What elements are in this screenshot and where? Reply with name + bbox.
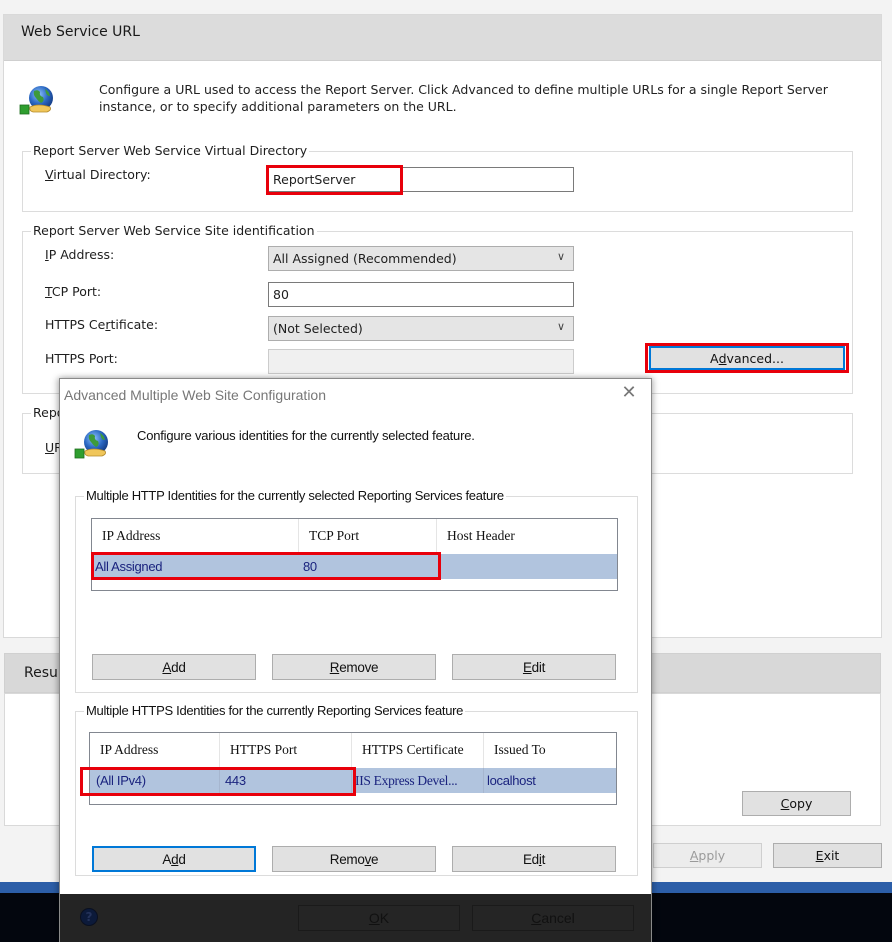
virtual-directory-group-title: Report Server Web Service Virtual Direct…	[31, 143, 310, 158]
close-icon[interactable]: ✕	[621, 384, 637, 402]
results-title: Resu	[24, 665, 58, 681]
column-header-issued-to[interactable]: Issued To	[484, 733, 616, 768]
ip-address-label: IP Address:	[45, 247, 115, 262]
dialog-description: Configure various identities for the cur…	[137, 428, 475, 443]
advanced-dialog: Advanced Multiple Web Site Configuration…	[59, 378, 652, 942]
cell-ip-address: (All IPv4)	[90, 768, 220, 793]
ip-address-dropdown[interactable]: All Assigned (Recommended) ∨	[268, 246, 574, 271]
cell-issued-to: localhost	[487, 773, 536, 788]
table-row[interactable]: (All IPv4) 443 IIS Express Devel... loca…	[90, 768, 616, 793]
https-certificate-selected: (Not Selected)	[273, 321, 363, 336]
advanced-button[interactable]: Ad vanced...	[649, 346, 845, 370]
column-header-tcp-port[interactable]: TCP Port	[299, 519, 437, 554]
cell-https-certificate: IIS Express Devel...	[352, 768, 484, 793]
copy-button[interactable]: Copy	[742, 791, 851, 816]
https-identities-list[interactable]: IP Address HTTPS Port HTTPS Certificate …	[89, 732, 617, 805]
table-row[interactable]: All Assigned 80	[92, 554, 617, 579]
https-certificate-label: HTTPS Certificate:	[45, 317, 159, 332]
virtual-directory-label: Virtual Directory:	[45, 167, 151, 182]
ip-address-selected: All Assigned (Recommended)	[273, 251, 457, 266]
virtual-directory-input[interactable]: ReportServer	[268, 167, 574, 192]
http-edit-button[interactable]: Edit	[452, 654, 616, 680]
column-header-ip-address[interactable]: IP Address	[92, 519, 299, 554]
cancel-button[interactable]: Cancel	[472, 905, 634, 931]
page-description: Configure a URL used to access the Repor…	[99, 82, 828, 114]
exit-button[interactable]: Exit	[773, 843, 882, 868]
site-identification-group-title: Report Server Web Service Site identific…	[31, 223, 317, 238]
globe-hand-icon	[19, 83, 59, 117]
https-remove-button[interactable]: Remo v e	[272, 846, 436, 872]
column-header-https-port[interactable]: HTTPS Port	[220, 733, 352, 768]
https-identities-group-title: Multiple HTTPS Identities for the curren…	[84, 703, 466, 718]
https-certificate-dropdown[interactable]: (Not Selected) ∨	[268, 316, 574, 341]
https-port-input[interactable]	[268, 349, 574, 374]
column-header-https-certificate[interactable]: HTTPS Certificate	[352, 733, 484, 768]
chevron-down-icon: ∨	[556, 320, 565, 333]
dialog-title: Advanced Multiple Web Site Configuration	[64, 387, 327, 403]
section-header: Web Service URL	[4, 15, 881, 61]
chevron-down-icon: ∨	[556, 250, 565, 263]
globe-hand-icon	[74, 427, 114, 461]
apply-button[interactable]: Apply	[653, 843, 762, 868]
ok-button[interactable]: OK	[298, 905, 460, 931]
https-add-button[interactable]: Add	[92, 846, 256, 872]
https-port-label: HTTPS Port:	[45, 351, 118, 366]
cell-tcp-port: 80	[303, 559, 317, 574]
http-identities-list[interactable]: IP Address TCP Port Host Header All Assi…	[91, 518, 618, 591]
dialog-footer: ? OK Cancel	[60, 894, 651, 942]
tcp-port-label: TCP Port:	[45, 284, 102, 299]
tcp-port-input[interactable]: 80	[268, 282, 574, 307]
http-add-button[interactable]: Add	[92, 654, 256, 680]
help-icon[interactable]: ?	[80, 908, 98, 926]
column-header-host-header[interactable]: Host Header	[437, 519, 617, 554]
http-remove-button[interactable]: Remove	[272, 654, 436, 680]
cell-ip-address: All Assigned	[95, 559, 163, 574]
cell-https-port: 443	[220, 768, 352, 793]
column-header-ip-address[interactable]: IP Address	[90, 733, 220, 768]
https-edit-button[interactable]: Ed i t	[452, 846, 616, 872]
http-identities-group-title: Multiple HTTP Identities for the current…	[84, 488, 506, 503]
section-title: Web Service URL	[21, 24, 140, 40]
cell-host-header	[437, 554, 617, 579]
